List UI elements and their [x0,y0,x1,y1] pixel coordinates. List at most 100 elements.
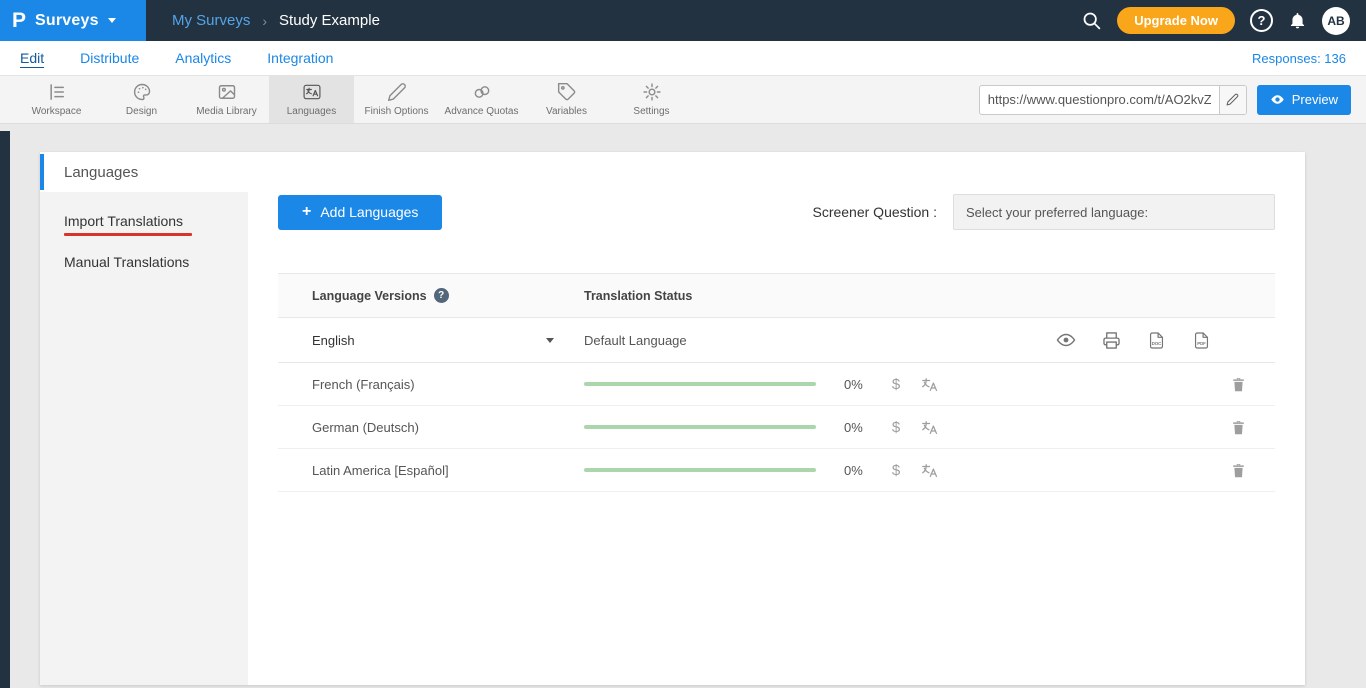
survey-url-box [979,85,1247,115]
language-name: French (Français) [312,377,584,392]
linked-rings-icon [472,82,492,102]
sidebar-item-import-translations[interactable]: Import Translations [40,204,248,240]
edit-url-pencil-icon[interactable] [1219,86,1246,114]
tab-integration[interactable]: Integration [267,50,333,66]
add-languages-label: Add Languages [320,204,418,220]
table-row-german: German (Deutsch) 0% $ [278,406,1275,449]
breadcrumb: My Surveys › Study Example [172,12,380,29]
toolbar-item-label: Variables [546,106,587,117]
table-header-row: Language Versions ? Translation Status [278,273,1275,318]
screener-question-select[interactable]: Select your preferred language: [953,194,1275,230]
collapsed-sidebar-strip [0,131,10,688]
toolbar-item-label: Languages [287,106,337,117]
toolbar-item-advance-quotas[interactable]: Advance Quotas [439,76,524,123]
sidebar-item-manual-translations[interactable]: Manual Translations [40,240,248,274]
language-name-label: German (Deutsch) [312,420,419,435]
toolbar-item-label: Finish Options [365,106,429,117]
topbar-actions: Upgrade Now ? AB [1081,7,1366,35]
translation-percent: 0% [844,420,878,435]
column-header-translation-status: Translation Status [584,289,692,303]
add-languages-button[interactable]: + Add Languages [278,195,442,230]
column-header-language-versions: Language Versions ? [312,288,584,303]
toolbar-item-workspace[interactable]: Workspace [14,76,99,123]
sidebar-item-label: Import Translations [64,213,183,229]
help-badge-icon[interactable]: ? [434,288,449,303]
table-row-spanish: Latin America [Español] 0% $ [278,449,1275,492]
screener-question-group: Screener Question : Select your preferre… [812,194,1275,230]
toolbar-item-design[interactable]: Design [99,76,184,123]
chevron-down-icon [108,18,116,23]
red-underline-annotation [64,233,192,236]
plus-icon: + [302,203,311,221]
breadcrumb-separator: › [262,13,267,29]
delete-trash-icon[interactable] [1230,419,1247,436]
language-name: German (Deutsch) [312,420,584,435]
default-language-name: English [312,333,355,348]
export-doc-icon[interactable]: DOC [1147,331,1166,350]
notifications-bell-icon[interactable] [1288,11,1307,30]
language-name-label: French (Français) [312,377,415,392]
default-language-status: Default Language [584,333,687,348]
responses-count[interactable]: Responses: 136 [1252,51,1346,66]
toolbar-item-label: Media Library [196,106,257,117]
translation-progress-bar [584,382,816,386]
svg-text:PDF: PDF [1197,340,1206,345]
language-versions-table: Language Versions ? Translation Status E… [278,273,1275,492]
translation-progress-bar [584,425,816,429]
auto-translate-icon[interactable] [920,418,939,437]
auto-translate-icon[interactable] [920,375,939,394]
edit-toolbar: Workspace Design Media Library Languages… [0,76,1366,124]
product-switcher[interactable]: P Surveys [0,0,146,41]
toolbar-item-languages[interactable]: Languages [269,76,354,123]
paid-translation-icon[interactable]: $ [886,419,906,436]
default-language-select[interactable]: English [312,333,584,348]
image-icon [217,82,237,102]
toolbar-item-label: Advance Quotas [445,106,519,117]
tab-analytics[interactable]: Analytics [175,50,231,66]
help-icon[interactable]: ? [1250,9,1273,32]
delete-trash-icon[interactable] [1230,462,1247,479]
toolbar-item-label: Settings [633,106,669,117]
preview-eye-icon[interactable] [1056,330,1076,350]
languages-panel-main: + Add Languages Screener Question : Sele… [248,152,1305,685]
delete-trash-icon[interactable] [1230,376,1247,393]
translation-progress-bar [584,468,816,472]
toolbar-item-media-library[interactable]: Media Library [184,76,269,123]
survey-url-input[interactable] [980,92,1219,107]
export-pdf-icon[interactable]: PDF [1192,331,1211,350]
search-icon[interactable] [1081,10,1102,31]
sidebar-item-label: Manual Translations [64,254,189,270]
panel-title: Languages [40,164,138,181]
pen-icon [387,82,407,102]
languages-translate-icon [302,82,322,102]
auto-translate-icon[interactable] [920,461,939,480]
workspace-icon [47,82,67,102]
language-name-label: Latin America [Español] [312,463,449,478]
tab-distribute[interactable]: Distribute [80,50,139,66]
toolbar-right: Preview [979,76,1366,123]
languages-panel: Languages Import Translations Manual Tra… [40,152,1305,685]
toolbar-item-variables[interactable]: Variables [524,76,609,123]
paid-translation-icon[interactable]: $ [886,462,906,479]
preview-button[interactable]: Preview [1257,85,1351,115]
toolbar-item-finish-options[interactable]: Finish Options [354,76,439,123]
design-palette-icon [132,82,152,102]
tab-edit[interactable]: Edit [20,50,44,66]
column-header-label: Language Versions [312,289,427,303]
screener-question-label: Screener Question : [812,204,937,220]
breadcrumb-current-survey: Study Example [279,12,380,29]
breadcrumb-my-surveys[interactable]: My Surveys [172,12,250,29]
eye-icon [1270,92,1285,107]
user-avatar[interactable]: AB [1322,7,1350,35]
languages-panel-sidebar: Languages Import Translations Manual Tra… [40,152,248,685]
translation-percent: 0% [844,463,878,478]
print-icon[interactable] [1102,331,1121,350]
toolbar-item-settings[interactable]: Settings [609,76,694,123]
upgrade-now-button[interactable]: Upgrade Now [1117,7,1235,34]
paid-translation-icon[interactable]: $ [886,376,906,393]
default-row-actions: DOC PDF [1056,330,1247,350]
questionpro-logo: P [12,10,26,31]
top-bar: P Surveys My Surveys › Study Example Upg… [0,0,1366,41]
chevron-down-icon [546,338,554,343]
preview-label: Preview [1292,92,1338,107]
